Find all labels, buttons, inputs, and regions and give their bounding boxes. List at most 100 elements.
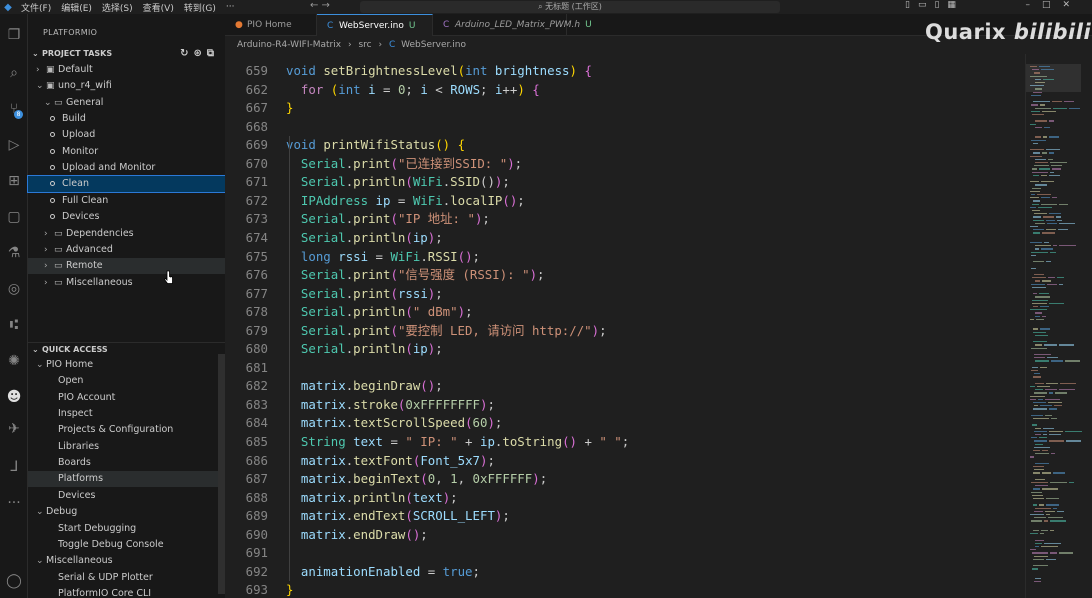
task-row[interactable]: › ▭ Advanced (28, 242, 225, 258)
files-icon[interactable]: ❐ (0, 24, 28, 46)
code-line[interactable]: 672 IPAddress ip = WiFi.localIP(); (225, 192, 1025, 211)
quick-access-header[interactable]: ⌄ QUICK ACCESS (28, 342, 225, 356)
code-line[interactable]: 677 Serial.print(rssi); (225, 285, 1025, 304)
source-control-icon[interactable]: ⑂ 8 (0, 98, 28, 120)
sidebar-scrollbar[interactable] (218, 354, 225, 594)
code-line[interactable]: 674 Serial.println(ip); (225, 229, 1025, 248)
code-line[interactable]: 685 String text = " IP: " + ip.toString(… (225, 433, 1025, 452)
quick-access-row[interactable]: Start Debugging (28, 521, 225, 537)
more-icon[interactable]: ··· (0, 492, 28, 514)
folder-icon: ▭ (54, 97, 63, 108)
menu-edit[interactable]: 编辑(E) (56, 1, 97, 14)
task-row[interactable]: Upload and Monitor (28, 160, 225, 176)
task-row[interactable]: › ▭ Dependencies (28, 226, 225, 242)
testing-icon[interactable]: ⚗ (0, 242, 28, 264)
git-graph-icon[interactable]: ⑆ (0, 314, 28, 336)
code-line[interactable]: 684 matrix.textScrollSpeed(60); (225, 414, 1025, 433)
code-line[interactable]: 662 for (int i = 0; i < ROWS; i++) { (225, 81, 1025, 100)
quick-access-row[interactable]: Open (28, 373, 225, 389)
breadcrumb-file[interactable]: WebServer.ino (401, 40, 466, 50)
menu-view[interactable]: 查看(V) (138, 1, 179, 14)
layout-controls-icon[interactable]: ▯▭▯▦ (905, 0, 964, 10)
run-debug-icon[interactable]: ▷ (0, 134, 28, 156)
code-line[interactable]: 668 (225, 118, 1025, 137)
task-row[interactable]: › ▭ Miscellaneous (28, 275, 225, 291)
command-center-search[interactable]: ⌕ 无标题 (工作区) (360, 1, 780, 13)
quick-access-row[interactable]: Platforms (28, 471, 225, 488)
minimap[interactable] (1025, 54, 1092, 598)
quick-access-row[interactable]: Boards (28, 455, 225, 471)
code-line[interactable]: 691 (225, 544, 1025, 563)
task-bullet-icon (50, 148, 55, 154)
tab-label: WebServer.ino (339, 21, 404, 31)
code-line[interactable]: 686 matrix.textFont(Font_5x7); (225, 452, 1025, 471)
project-tasks-header[interactable]: ⌄ PROJECT TASKS ↻⊛⧉ (28, 47, 225, 61)
quick-access-row[interactable]: Inspect (28, 406, 225, 422)
menu-more[interactable]: ··· (221, 2, 240, 12)
tab-webserver-ino[interactable]: C WebServer.ino U (317, 14, 433, 36)
task-row[interactable]: Upload (28, 127, 225, 143)
code-line[interactable]: 671 Serial.println(WiFi.SSID()); (225, 173, 1025, 192)
remote-explorer-icon[interactable]: ▢ (0, 206, 28, 228)
code-line[interactable]: 682 matrix.beginDraw(); (225, 377, 1025, 396)
code-line[interactable]: 693} (225, 581, 1025, 598)
code-line[interactable]: 667} (225, 99, 1025, 118)
quick-access-row[interactable]: Serial & UDP Plotter (28, 570, 225, 586)
menu-file[interactable]: 文件(F) (16, 1, 56, 14)
espidf-icon[interactable]: ✈ (0, 418, 28, 440)
code-line[interactable]: 659 void setBrightnessLevel(int brightnes… (225, 62, 1025, 81)
task-row[interactable]: Clean (27, 175, 226, 194)
code-line[interactable]: 678 Serial.println(" dBm"); (225, 303, 1025, 322)
minimap-line (1033, 565, 1048, 567)
quick-access-row[interactable]: Projects & Configuration (28, 422, 225, 438)
quick-access-row[interactable]: ⌄ Miscellaneous (28, 553, 225, 569)
code-line[interactable]: 670 Serial.print("已连接到SSID: "); (225, 155, 1025, 174)
task-row[interactable]: ⌄ ▭ General (28, 95, 225, 111)
code-line[interactable]: 681 (225, 359, 1025, 378)
tab-arduino-led-matrix-pwm-h[interactable]: C Arduino_LED_Matrix_PWM.h U (433, 14, 592, 36)
copilot-icon[interactable]: ◎ (0, 278, 28, 300)
task-row[interactable]: › ▣ Default (28, 62, 225, 78)
quick-access-row[interactable]: ⌄ PIO Home (28, 357, 225, 373)
task-row[interactable]: Monitor (28, 144, 225, 160)
search-icon[interactable]: ⌕ (0, 62, 28, 84)
code-line[interactable]: 690 matrix.endDraw(); (225, 526, 1025, 545)
code-line[interactable]: 669 void printWifiStatus() { (225, 136, 1025, 155)
breadcrumb-src[interactable]: src (358, 40, 371, 50)
alien-icon[interactable]: ☻ (0, 386, 28, 408)
quick-access-row[interactable]: ⌄ Debug (28, 504, 225, 520)
menu-go[interactable]: 转到(G) (179, 1, 221, 14)
quick-access-row[interactable]: PIO Account (28, 390, 225, 406)
project-tasks-actions-icon[interactable]: ↻⊛⧉ (180, 47, 219, 61)
code-line[interactable]: 688 matrix.println(text); (225, 489, 1025, 508)
code-line[interactable]: 683 matrix.stroke(0xFFFFFFFF); (225, 396, 1025, 415)
quick-access-row[interactable]: Devices (28, 488, 225, 504)
code-line[interactable]: 680 Serial.println(ip); (225, 340, 1025, 359)
quick-access-row[interactable]: Libraries (28, 439, 225, 455)
window-controls[interactable]: –□✕ (1025, 0, 1082, 10)
code-line[interactable]: 687 matrix.beginText(0, 1, 0xFFFFFF); (225, 470, 1025, 489)
code-line[interactable]: 689 matrix.endText(SCROLL_LEFT); (225, 507, 1025, 526)
code-line[interactable]: 673 Serial.print("IP 地址: "); (225, 210, 1025, 229)
task-row[interactable]: ⌄ ▣ uno_r4_wifi (28, 78, 225, 94)
code-editor[interactable]: 659 void setBrightnessLevel(int brightnes… (225, 54, 1025, 598)
task-row[interactable]: › ▭ Remote (28, 258, 225, 275)
code-line[interactable]: 692 animationEnabled = true; (225, 563, 1025, 582)
task-row[interactable]: Devices (28, 209, 225, 225)
menu-selection[interactable]: 选择(S) (97, 1, 138, 14)
task-row[interactable]: Build (28, 111, 225, 127)
nav-back-forward-icon[interactable]: ← → (310, 0, 330, 11)
account-icon[interactable]: ◯ (0, 570, 28, 592)
quick-access-row[interactable]: PlatformIO Core CLI (28, 586, 225, 598)
code-line[interactable]: 679 Serial.print("要控制 LED, 请访问 http://")… (225, 322, 1025, 341)
breadcrumb-folder[interactable]: Arduino-R4-WIFI-Matrix (237, 40, 341, 50)
tab-pio-home[interactable]: ● PIO Home (225, 14, 317, 36)
platformio-icon[interactable]: ✺ (0, 350, 28, 372)
code-line[interactable]: 676 Serial.print("信号强度 (RSSI): "); (225, 266, 1025, 285)
pio-project-icon[interactable]: ᒧ (0, 456, 28, 478)
minimap-line (1043, 136, 1047, 138)
task-row[interactable]: Full Clean (28, 193, 225, 209)
quick-access-row[interactable]: Toggle Debug Console (28, 537, 225, 553)
extensions-icon[interactable]: ⊞ (0, 170, 28, 192)
code-line[interactable]: 675 long rssi = WiFi.RSSI(); (225, 248, 1025, 267)
